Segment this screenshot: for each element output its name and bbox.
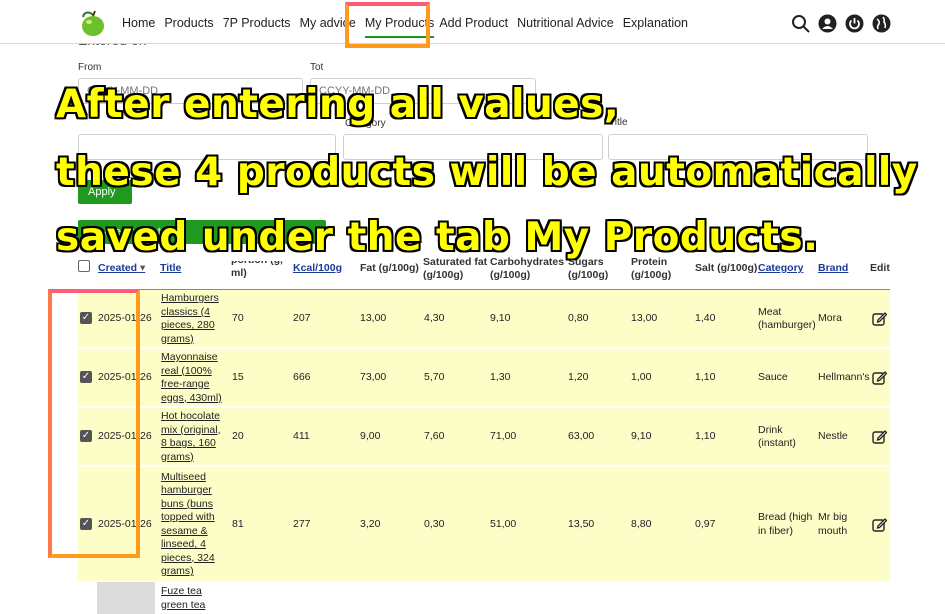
cell-salt: 1,10 — [695, 371, 716, 383]
cell-brand: Mora — [818, 312, 842, 324]
edit-icon[interactable] — [872, 370, 887, 385]
cell-portion: 70 — [232, 312, 244, 324]
cell-fat: 73,00 — [360, 371, 387, 383]
cell-title[interactable]: Hot hocolate mix (original, 8 bags, 160 … — [161, 410, 223, 464]
cell-saturated-fat: 0,30 — [424, 517, 445, 530]
cell-carbohydrates: 51,00 — [490, 517, 517, 530]
header-brand[interactable]: Brand — [818, 262, 848, 275]
cell-brand: Mr big mouth — [818, 511, 848, 537]
cell-protein: 9,10 — [631, 430, 652, 442]
partial-row-thumbnail — [97, 582, 155, 614]
apple-logo-icon[interactable] — [80, 9, 106, 37]
edit-icon[interactable] — [872, 517, 887, 532]
nav-explanation[interactable]: Explanation — [623, 16, 688, 38]
cell-title[interactable]: Multiseed hamburger buns (buns topped wi… — [161, 471, 223, 579]
to-label: Tot — [310, 62, 324, 73]
nav-products[interactable]: Products — [164, 16, 213, 38]
checkbox-highlight-frame — [48, 289, 140, 558]
cell-sugars: 1,20 — [568, 371, 589, 383]
cell-category: Bread (high in fiber) — [758, 511, 813, 537]
cell-portion: 15 — [232, 371, 244, 383]
cell-kcal: 207 — [293, 312, 311, 324]
my-products-highlight-frame — [345, 2, 430, 48]
cell-category: Drink (instant) — [758, 423, 796, 450]
cell-salt: 1,40 — [695, 312, 716, 324]
cell-category: Sauce — [758, 371, 788, 383]
cell-carbohydrates: 1,30 — [490, 371, 511, 383]
table-row: ✓ 2025-01-26 Mayonnaise real (100% free-ra… — [78, 349, 890, 407]
overlay-caption-line-1: After entering all values, — [56, 82, 620, 127]
cell-sugars: 13,50 — [568, 517, 595, 530]
cell-saturated-fat: 5,70 — [424, 371, 445, 383]
select-all-checkbox[interactable] — [78, 260, 90, 272]
cell-kcal: 411 — [293, 430, 310, 442]
nav-7p-products[interactable]: 7P Products — [223, 16, 291, 38]
table-row: ✓ 2025-01-26 Hamburgers classics (4 pieces… — [78, 290, 890, 348]
cell-salt: 1,10 — [695, 430, 716, 442]
cell-title[interactable]: Hamburgers classics (4 pieces, 280 grams… — [161, 292, 223, 346]
overlay-caption-line-3: saved under the tab My Products. — [56, 215, 819, 260]
edit-icon[interactable] — [872, 429, 887, 444]
header-kcal[interactable]: Kcal/100g — [293, 262, 342, 275]
nav-nutritional-advice[interactable]: Nutritional Advice — [517, 16, 614, 38]
nav-add-product[interactable]: Add Product — [439, 16, 508, 38]
cell-protein: 1,00 — [631, 371, 652, 383]
user-icon[interactable] — [818, 14, 837, 33]
cell-protein: 13,00 — [631, 312, 658, 324]
cell-brand: Nestle — [818, 430, 848, 442]
cell-sugars: 63,00 — [568, 430, 595, 442]
top-navbar: Home Products 7P Products My advice My P… — [0, 0, 945, 44]
cell-fat: 13,00 — [360, 312, 387, 324]
cell-portion: 81 — [232, 517, 244, 530]
power-icon[interactable] — [845, 14, 864, 33]
table-row: ✓ 2025-01-26 Hot hocolate mix (original, 8… — [78, 408, 890, 466]
cell-fat: 9,00 — [360, 430, 381, 442]
cell-salt: 0,97 — [695, 517, 716, 530]
cell-carbohydrates: 71,00 — [490, 430, 517, 442]
cell-kcal: 277 — [293, 517, 311, 530]
partial-row-title[interactable]: Fuze tea green tea — [161, 585, 221, 612]
header-salt: Salt (g/100g) — [695, 262, 758, 274]
table-row: ✓ 2025-01-26 Multiseed hamburger buns (bun… — [78, 467, 890, 582]
cell-brand: Hellmann's — [818, 371, 870, 383]
cell-portion: 20 — [232, 430, 244, 442]
cell-title[interactable]: Mayonnaise real (100% free-range eggs, 4… — [161, 351, 223, 405]
cell-saturated-fat: 4,30 — [424, 312, 445, 324]
cell-carbohydrates: 9,10 — [490, 312, 511, 324]
globe-icon[interactable] — [872, 14, 891, 33]
search-icon[interactable] — [791, 14, 810, 33]
header-created[interactable]: Created ▾ — [98, 262, 145, 275]
header-fat: Fat (g/100g) — [360, 262, 419, 274]
edit-icon[interactable] — [872, 311, 887, 326]
cell-protein: 8,80 — [631, 517, 652, 530]
cell-sugars: 0,80 — [568, 312, 589, 324]
sort-down-icon: ▾ — [140, 262, 146, 274]
cell-fat: 3,20 — [360, 517, 381, 530]
from-label: From — [78, 62, 102, 73]
nav-home[interactable]: Home — [122, 16, 155, 38]
header-edit: Edit — [870, 262, 890, 274]
cell-saturated-fat: 7,60 — [424, 430, 445, 442]
header-title[interactable]: Title — [160, 262, 181, 275]
cell-kcal: 666 — [293, 371, 311, 383]
cell-category: Meat (hamburger) — [758, 305, 816, 332]
overlay-caption-line-2: these 4 products will be automatically — [56, 150, 918, 195]
header-category[interactable]: Category — [758, 262, 804, 275]
